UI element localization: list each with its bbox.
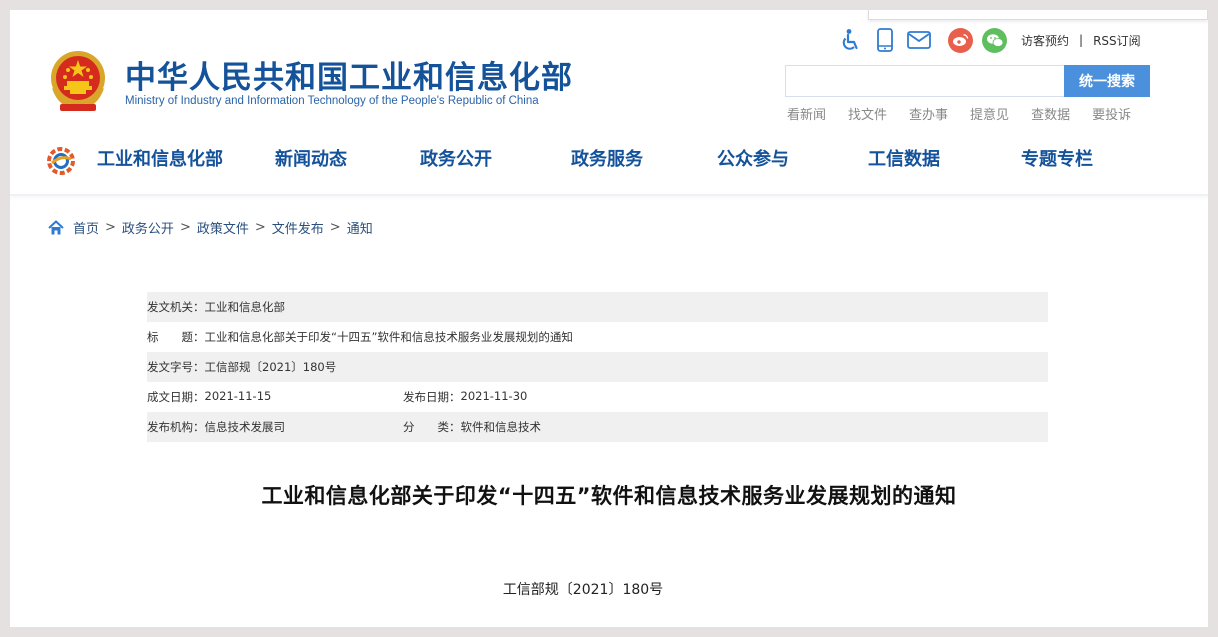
info-row-dates: 成文日期： 2021-11-15 发布日期： 2021-11-30 bbox=[147, 382, 1048, 412]
breadcrumb-separator: > bbox=[329, 220, 341, 235]
category-label: 分 类： bbox=[403, 420, 461, 434]
breadcrumb-policy-docs[interactable]: 政策文件 bbox=[197, 218, 249, 237]
nav-item-participation[interactable]: 公众参与 bbox=[682, 141, 824, 181]
wechat-icon[interactable] bbox=[982, 27, 1007, 53]
info-row-title: 标 题： 工业和信息化部关于印发“十四五”软件和信息技术服务业发展规划的通知 bbox=[147, 322, 1048, 352]
nav-item-data[interactable]: 工信数据 bbox=[828, 141, 980, 181]
nav-item-news[interactable]: 新闻动态 bbox=[236, 141, 386, 181]
published-date-label: 发布日期： bbox=[403, 390, 461, 404]
site-subtitle: Ministry of Industry and Information Tec… bbox=[125, 95, 539, 107]
nav-item-gov-affairs[interactable]: 政务公开 bbox=[386, 141, 526, 181]
docno-value: 工信部规〔2021〕180号 bbox=[204, 360, 337, 374]
article-doc-number: 工信部规〔2021〕180号 bbox=[502, 582, 664, 598]
written-date-value: 2021-11-15 bbox=[204, 389, 272, 403]
page: 中华人民共和国工业和信息化部 Ministry of Industry and … bbox=[10, 10, 1208, 627]
breadcrumb-doc-release[interactable]: 文件发布 bbox=[272, 218, 324, 237]
rss-subscribe-link[interactable]: RSS订阅 bbox=[1093, 32, 1141, 49]
accessibility-icon[interactable] bbox=[838, 27, 864, 53]
org-label: 发布机构： bbox=[147, 420, 205, 434]
org-value: 信息技术发展司 bbox=[204, 420, 286, 434]
breadcrumb-separator: > bbox=[254, 220, 266, 235]
breadcrumb-home[interactable]: 首页 bbox=[73, 218, 99, 237]
written-date-label: 成文日期： bbox=[147, 390, 205, 404]
search-button[interactable]: 统一搜索 bbox=[1064, 65, 1150, 97]
nav-item-services[interactable]: 政务服务 bbox=[532, 141, 682, 181]
breadcrumb-notice[interactable]: 通知 bbox=[347, 218, 373, 237]
info-row-issuer: 发文机关： 工业和信息化部 bbox=[147, 292, 1048, 322]
quick-link-news[interactable]: 看新闻 bbox=[787, 104, 826, 123]
published-date-value: 2021-11-30 bbox=[460, 389, 528, 403]
document-info-table: 发文机关： 工业和信息化部 标 题： 工业和信息化部关于印发“十四五”软件和信息… bbox=[147, 292, 1048, 442]
info-row-org: 发布机构： 信息技术发展司 分 类： 软件和信息技术 bbox=[147, 412, 1048, 442]
top-popup-edge bbox=[868, 10, 1208, 20]
breadcrumb-separator: > bbox=[105, 220, 116, 235]
quick-links: 看新闻 找文件 查办事 提意见 查数据 要投诉 bbox=[776, 104, 1142, 123]
title-label: 标 题： bbox=[147, 330, 205, 344]
nav-item-topics[interactable]: 专题专栏 bbox=[990, 141, 1124, 181]
national-emblem-icon bbox=[51, 51, 105, 111]
site-header: 中华人民共和国工业和信息化部 Ministry of Industry and … bbox=[10, 10, 1208, 196]
search-input[interactable] bbox=[786, 66, 1064, 96]
site-title[interactable]: 中华人民共和国工业和信息化部 bbox=[125, 52, 573, 97]
quick-link-feedback[interactable]: 提意见 bbox=[970, 104, 1009, 123]
article-title: 工业和信息化部关于印发“十四五”软件和信息技术服务业发展规划的通知 bbox=[261, 484, 957, 508]
nav-item-ministry[interactable]: 工业和信息化部 bbox=[90, 141, 230, 181]
mobile-icon[interactable] bbox=[872, 27, 898, 53]
home-icon[interactable] bbox=[48, 219, 64, 236]
quick-link-services[interactable]: 查办事 bbox=[909, 104, 948, 123]
main-nav: 工业和信息化部 新闻动态 政务公开 政务服务 公众参与 工信数据 专题专栏 bbox=[90, 141, 1190, 181]
quick-link-data[interactable]: 查数据 bbox=[1031, 104, 1070, 123]
issuer-value: 工业和信息化部 bbox=[204, 300, 286, 314]
docno-label: 发文字号： bbox=[147, 360, 205, 374]
ministry-logo-icon[interactable] bbox=[46, 147, 76, 175]
visit-appointment-link[interactable]: 访客预约 bbox=[1021, 32, 1069, 49]
info-row-docno: 发文字号： 工信部规〔2021〕180号 bbox=[147, 352, 1048, 382]
mail-icon[interactable] bbox=[906, 27, 932, 53]
search-box: 统一搜索 bbox=[785, 65, 1150, 97]
utility-separator: | bbox=[1079, 33, 1084, 47]
weibo-icon[interactable] bbox=[948, 27, 973, 53]
title-value: 工业和信息化部关于印发“十四五”软件和信息技术服务业发展规划的通知 bbox=[204, 330, 573, 344]
quick-link-complaint[interactable]: 要投诉 bbox=[1092, 104, 1131, 123]
breadcrumb: 首页 > 政务公开 > 政策文件 > 文件发布 > 通知 bbox=[48, 218, 373, 237]
category-value: 软件和信息技术 bbox=[460, 420, 542, 434]
breadcrumb-separator: > bbox=[179, 220, 191, 235]
issuer-label: 发文机关： bbox=[147, 300, 205, 314]
breadcrumb-gov-affairs[interactable]: 政务公开 bbox=[122, 218, 174, 237]
utility-bar: 访客预约 | RSS订阅 bbox=[838, 27, 1141, 53]
quick-link-files[interactable]: 找文件 bbox=[848, 104, 887, 123]
